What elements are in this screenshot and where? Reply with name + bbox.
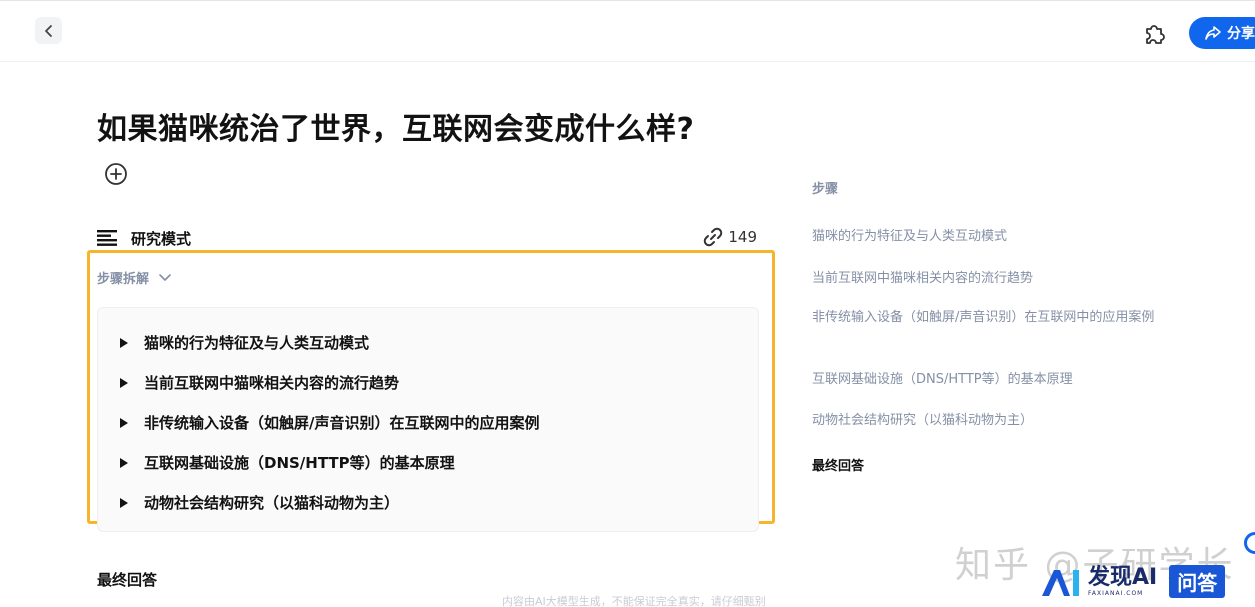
triangle-right-icon (120, 377, 128, 388)
share-button[interactable]: 分享 (1189, 17, 1255, 49)
puzzle-icon[interactable] (1141, 21, 1167, 47)
triangle-right-icon (120, 337, 128, 348)
back-button[interactable] (35, 17, 62, 44)
toc-item[interactable]: 猫咪的行为特征及与人类互动模式 (812, 227, 1182, 247)
step-item[interactable]: 动物社会结构研究（以猫科动物为主） (118, 492, 399, 513)
triangle-right-icon (120, 457, 128, 468)
step-label: 动物社会结构研究（以猫科动物为主） (144, 494, 400, 512)
link-icon (704, 227, 723, 247)
top-bar: 分享 (0, 0, 1255, 62)
step-item[interactable]: 当前互联网中猫咪相关内容的流行趋势 (118, 372, 399, 393)
triangle-right-icon (120, 497, 128, 508)
toc-item[interactable]: 非传统输入设备（如触屏/声音识别）在互联网中的应用案例 (812, 308, 1182, 328)
ai-logo-icon (1042, 569, 1079, 596)
lines-icon (97, 230, 117, 246)
step-item[interactable]: 非传统输入设备（如触屏/声音识别）在互联网中的应用案例 (118, 412, 539, 433)
toc-final-answer[interactable]: 最终回答 (812, 455, 864, 474)
steps-toggle[interactable]: 步骤拆解 (97, 268, 171, 287)
research-mode-label: 研究模式 (131, 230, 192, 248)
chevron-down-icon (159, 273, 171, 281)
brand-name: 发现AI (1088, 565, 1158, 590)
step-item[interactable]: 猫咪的行为特征及与人类互动模式 (118, 332, 369, 353)
toc-item[interactable]: 动物社会结构研究（以猫科动物为主） (812, 411, 1182, 431)
steps-panel: 猫咪的行为特征及与人类互动模式 当前互联网中猫咪相关内容的流行趋势 非传统输入设… (97, 307, 759, 532)
plus-circle-icon[interactable] (104, 162, 128, 186)
step-label: 猫咪的行为特征及与人类互动模式 (144, 334, 370, 352)
source-count: 149 (728, 228, 757, 246)
step-label: 当前互联网中猫咪相关内容的流行趋势 (144, 374, 400, 392)
final-answer-heading: 最终回答 (97, 571, 158, 589)
qa-badge: 问答 (1169, 565, 1226, 598)
triangle-right-icon (120, 417, 128, 428)
page-title: 如果猫咪统治了世界，互联网会变成什么样? (97, 112, 695, 147)
steps-toggle-label: 步骤拆解 (97, 272, 150, 287)
share-arrow-icon (1205, 26, 1221, 40)
floating-assistant-icon[interactable] (1244, 532, 1255, 554)
step-item[interactable]: 互联网基础设施（DNS/HTTP等）的基本原理 (118, 452, 455, 473)
toc-title: 步骤 (812, 182, 839, 197)
step-label: 互联网基础设施（DNS/HTTP等）的基本原理 (144, 454, 455, 472)
step-label: 非传统输入设备（如触屏/声音识别）在互联网中的应用案例 (144, 414, 540, 432)
toc-item[interactable]: 互联网基础设施（DNS/HTTP等）的基本原理 (812, 370, 1182, 390)
sources-link[interactable]: 149 (702, 226, 757, 248)
chevron-left-icon (44, 24, 52, 37)
ai-disclaimer: 内容由AI大模型生成，不能保证完全真实，请仔细甄别 (502, 595, 766, 607)
watermark-logo: 发现AI FAXIANAI.COM 问答 (1040, 565, 1226, 598)
share-label: 分享 (1227, 26, 1255, 42)
research-mode-row: 研究模式 149 (97, 226, 757, 250)
watermark-brand: 发现AI FAXIANAI.COM (1088, 565, 1158, 598)
toc-item[interactable]: 当前互联网中猫咪相关内容的流行趋势 (812, 269, 1182, 289)
brand-url: FAXIANAI.COM (1088, 590, 1144, 597)
